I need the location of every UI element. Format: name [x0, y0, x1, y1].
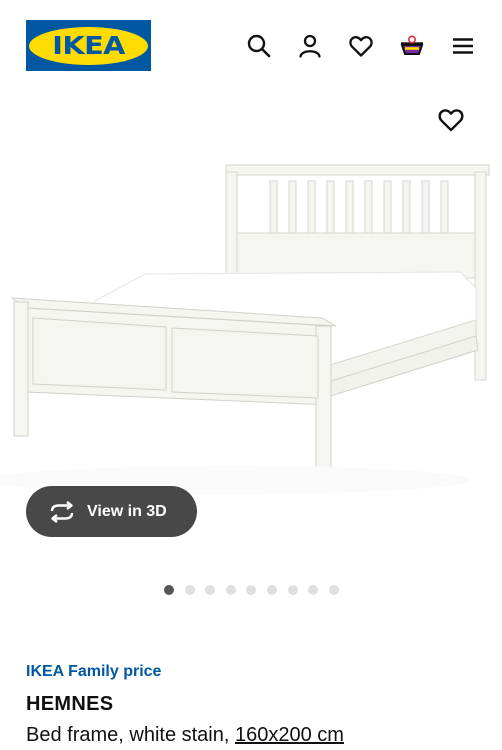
product-name: HEMNES [26, 693, 114, 715]
logo-text: IKEA [52, 31, 125, 60]
product-image[interactable] [0, 140, 502, 500]
carousel-dot[interactable] [328, 585, 339, 595]
carousel-dot[interactable] [225, 585, 236, 595]
carousel-dot[interactable] [164, 585, 174, 595]
bed-illustration [0, 164, 490, 494]
view-in-3d-label: View in 3D [87, 502, 167, 520]
image-carousel-dots [164, 585, 349, 595]
product-description: Bed frame, white stain, 160x200 cm [26, 724, 344, 747]
favourites-heart-icon[interactable] [348, 33, 374, 59]
carousel-dot[interactable] [246, 585, 257, 595]
profile-icon[interactable] [297, 33, 323, 59]
shopping-basket-icon[interactable] [399, 33, 425, 59]
hamburger-menu-icon[interactable] [450, 33, 476, 59]
carousel-dot[interactable] [266, 585, 277, 595]
add-to-favourites-heart-icon[interactable] [437, 106, 465, 134]
ikea-logo[interactable]: IKEA [26, 20, 151, 71]
carousel-dot[interactable] [205, 585, 216, 595]
site-header: IKEA [0, 0, 502, 90]
carousel-dot[interactable] [184, 585, 195, 595]
search-icon[interactable] [246, 33, 272, 59]
product-description-text: Bed frame, white stain, [26, 724, 230, 746]
size-link[interactable]: 160x200 cm [235, 724, 344, 746]
view-in-3d-button[interactable]: View in 3D [26, 486, 197, 537]
rotate-3d-icon [50, 500, 74, 523]
carousel-dot[interactable] [287, 585, 298, 595]
carousel-dot[interactable] [308, 585, 319, 595]
logo-oval: IKEA [29, 26, 148, 65]
family-price-label: IKEA Family price [26, 663, 162, 680]
